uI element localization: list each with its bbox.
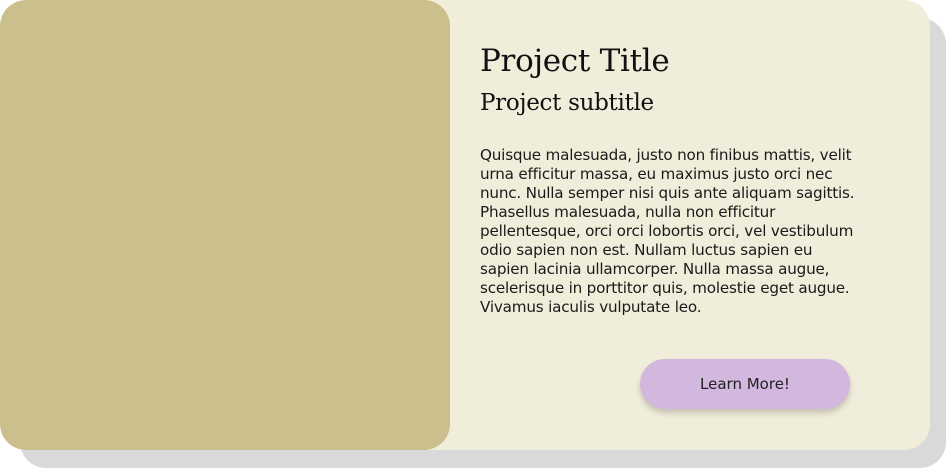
project-image-placeholder bbox=[0, 0, 450, 450]
project-title: Project Title bbox=[480, 43, 670, 79]
learn-more-button[interactable]: Learn More! bbox=[640, 359, 850, 409]
project-subtitle: Project subtitle bbox=[480, 90, 654, 116]
project-card-content: Project Title Project subtitle Quisque m… bbox=[480, 40, 855, 317]
project-description: Quisque malesuada, justo non finibus mat… bbox=[480, 146, 855, 316]
